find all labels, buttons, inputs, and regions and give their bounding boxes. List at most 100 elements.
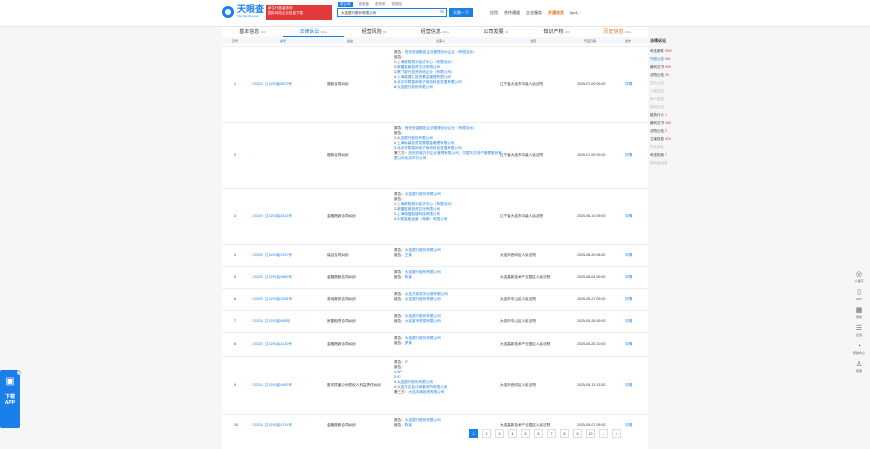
page-button[interactable]: 1 [469,429,478,438]
tab-risk[interactable]: 经营风险 80 [344,27,405,37]
case-number-link[interactable]: （2024）辽0203民5313号 [250,214,292,219]
page-button[interactable]: 8 [560,429,569,438]
promo-banner[interactable]: 新生代批量查询 国际风险企业批量下载 [266,5,332,20]
party-name-link[interactable]: 新疆富景投资文化有限公司 [397,65,440,69]
party-name-link[interactable]: 大连银行股份有限公司 [405,314,441,318]
case-number-link[interactable]: - [250,153,251,158]
tab-basic-info[interactable]: 基本信息 400 [222,27,283,37]
party-name-link[interactable]: Z* [405,360,409,364]
app-download-float[interactable]: ▣ 下载 APP [0,370,20,428]
party-name-link[interactable]: 大连银行股份有限公司 [405,297,441,301]
party-name-link[interactable]: 大连丰缘投资有限公司 [408,390,444,394]
detail-link[interactable]: 详情 [625,342,632,347]
search-button[interactable]: 天眼一下 [449,8,473,17]
tab-ip[interactable]: 知识产权 150 [526,27,587,37]
right-tool[interactable]: ♙ 客服 [850,360,868,373]
party-name-link[interactable]: S* [397,375,401,379]
page-button[interactable]: 10 [586,429,595,438]
case-number-link[interactable]: （2024）辽0203民5870号 [250,82,292,87]
detail-link[interactable]: 详情 [625,383,632,388]
page-button[interactable]: 4 [508,429,517,438]
side-nav-item[interactable]: 被执行人 1 [650,111,710,119]
side-nav-item[interactable]: 送达公告 [650,79,710,87]
case-number-link[interactable]: （2025）辽0291民4130号 [250,342,292,347]
search-tab[interactable]: 查关系 [375,2,386,7]
party-name-link[interactable]: 大连某市贸易有限公司 [405,319,441,323]
nav-services[interactable]: 企业服务 [526,10,542,16]
detail-link[interactable]: 详情 [625,153,632,158]
party-name-link[interactable]: 大连银行股份有限公司 [397,85,433,89]
case-number-link[interactable]: （2025）辽0291民4791号 [250,423,292,428]
tab-legal[interactable]: 法律诉讼 999+ [282,27,344,37]
logo[interactable]: 天眼查 TianYancha.com [222,5,264,18]
search-tab[interactable]: 查公司 [338,2,353,7]
side-nav-item[interactable]: 裁判文书 183 [650,119,710,127]
party-name-link[interactable]: 厦门银升投资咨询企业（有限公司） [397,70,455,74]
side-nav-item[interactable]: 司法案件 999+ [650,47,710,55]
side-nav-item[interactable]: 立案信息 [650,87,710,95]
case-number-link[interactable]: （2025）辽0204民0247号 [250,253,292,258]
party-name-link[interactable]: 大连银行股份有限公司 [405,336,441,340]
page-button[interactable]: 9 [573,429,582,438]
side-nav-item[interactable]: 破产重整 [650,95,710,103]
nav-apps[interactable]: 应用 [490,10,498,16]
nav-user[interactable]: tyc4... [570,10,581,16]
page-button[interactable]: 6 [534,429,543,438]
side-nav-item[interactable]: 限制出境 [650,103,710,111]
party-name-link[interactable]: 中航智能运营（海南）有限公司 [397,217,447,221]
tab-development[interactable]: 公司发展 30 [465,27,526,37]
side-nav-item[interactable]: 司法拍卖 7 [650,151,710,159]
right-tool[interactable]: ◔ 帮助中心 [850,342,868,355]
page-button[interactable]: 7 [547,429,556,438]
page-button[interactable]: 3 [495,429,504,438]
side-nav-item[interactable]: 法院公告 29 [650,71,710,79]
right-tool[interactable]: ◎ 小程序 [850,270,868,283]
party-name-link[interactable]: 西安信诚融投企业管理合伙企业（有限合伙） [405,126,477,130]
side-nav-item[interactable]: 法院公告 2 [650,127,710,135]
party-name-link[interactable]: 北京华联嘉和电子商务科技发展有限公司 [397,146,462,150]
party-name-link[interactable]: 大连银行股份有限公司 [397,380,433,384]
party-name-link[interactable]: 陈某 [405,423,412,427]
nav-cooperation[interactable]: 合作通道 [504,10,520,16]
detail-link[interactable]: 详情 [625,297,632,302]
party-name-link[interactable]: 大连万政劳务派遣有限公司 [405,292,448,296]
right-tool[interactable]: ▦ 微信 [850,306,868,319]
page-button[interactable]: › [612,429,621,438]
party-name-link[interactable]: 大连银行股份有限公司 [405,192,441,196]
page-button[interactable]: 2 [482,429,491,438]
right-tool[interactable]: ▯ APP [850,288,868,301]
side-nav-item[interactable]: 终本案件 [650,143,710,151]
clear-icon[interactable]: ⊗ [440,9,444,15]
party-name-link[interactable]: 陈某 [405,275,412,279]
party-name-link[interactable]: 上海嘉德汇投资基金管理有限公司 [397,75,451,79]
party-name-link[interactable]: 上海新阳城中经济中心（有限合伙） [397,60,455,64]
party-name-link[interactable]: 大连银行股份有限公司 [405,270,441,274]
search-tab[interactable]: 查风险 [392,2,403,7]
detail-link[interactable]: 详情 [625,319,632,324]
page-button[interactable]: 5 [521,429,530,438]
party-name-link[interactable]: 大连银行股份有限公司 [405,418,441,422]
case-number-link[interactable]: （2025）辽0291民9960号 [250,275,292,280]
side-nav-item[interactable]: 立案信息 419 [650,135,710,143]
detail-link[interactable]: 详情 [625,253,632,258]
side-nav-item[interactable]: 限制高消费 [650,159,710,167]
detail-link[interactable]: 详情 [625,423,632,428]
detail-link[interactable]: 详情 [625,214,632,219]
search-tab[interactable]: 查老板 [359,2,370,7]
case-number-link[interactable]: （2024）辽0204民4563号 [250,383,292,388]
party-name-link[interactable]: 上海私募投资发展基金管理有限公司 [397,141,455,145]
party-name-link[interactable]: 王某 [405,253,412,257]
case-number-link[interactable]: （2025）辽0203民668号 [250,319,290,324]
side-nav-item[interactable]: 裁判文书 999 [650,63,710,71]
tab-history[interactable]: 历史信息 999+ [587,27,648,37]
close-icon[interactable]: × [17,370,22,375]
party-name-link[interactable]: 新疆富景投资文化有限公司 [397,207,440,211]
nav-vip[interactable]: 开通会员 [548,10,564,16]
party-name-link[interactable]: 北京华联嘉和电子商务科技发展有限公司 [397,80,462,84]
party-name-link[interactable]: 大连银行股份有限公司 [405,248,441,252]
party-name-link[interactable]: 大连万合会计师事务所有限公司 [397,385,447,389]
party-name-link[interactable]: 罗某 [405,341,412,345]
right-tool[interactable]: ☰ 反馈 [850,324,868,337]
party-name-link[interactable]: 西安农城万村企业管理有限公司，中国东方资产管理股份有限公司北京市分公司 [394,151,502,160]
case-number-link[interactable]: （2025）辽0203民2294号 [250,297,292,302]
